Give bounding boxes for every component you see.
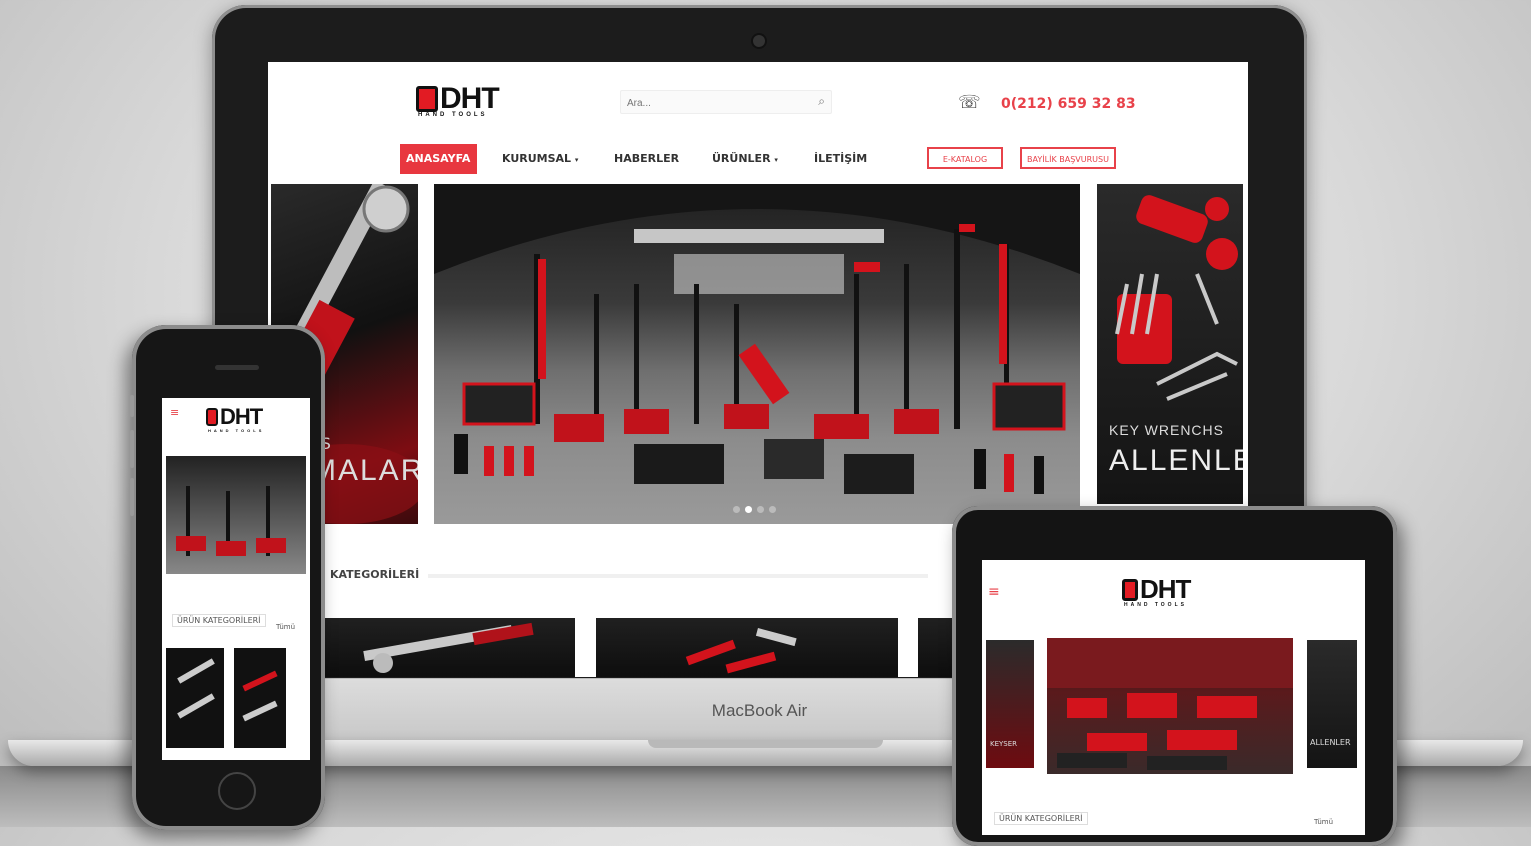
slider-next-slide[interactable]: KEY WRENCHS ALLENLER [1097,184,1243,504]
phone-more-link[interactable]: Tümü [276,623,295,631]
tablet-site-logo[interactable]: DHT [1122,574,1191,605]
slider-dot-active[interactable] [745,506,752,513]
slider-dot[interactable] [757,506,764,513]
tablet-hero-image[interactable] [1047,638,1293,774]
menu-icon[interactable]: ≡ [170,406,179,419]
workshop-tools-image [1047,638,1293,770]
site-header: DHT HAND TOOLS ⌕ ☏ 0(212) 659 32 83 [268,62,1248,142]
socket-wrench-image [363,622,534,673]
tablet-prev-slide[interactable]: KEYSER [986,640,1034,768]
phone-number[interactable]: 0(212) 659 32 83 [1001,96,1136,112]
phone-icon: ☏ [958,92,981,113]
pliers-image [685,627,797,674]
slide-right-small-text: KEY WRENCHS [1109,422,1224,438]
hero-slide-image[interactable] [434,184,1080,524]
menu-icon[interactable]: ≡ [988,584,1000,600]
logo-text: DHT [220,404,263,429]
slider-dot[interactable] [769,506,776,513]
phone-volume-button [130,430,134,468]
search-input[interactable] [621,93,813,114]
site-logo[interactable]: DHT [416,82,500,116]
webcam-icon [753,35,765,47]
nav-products[interactable]: ÜRÜNLER ▾ [712,144,778,174]
tablet-more-link[interactable]: Tümü [1314,818,1333,826]
wrench-image [177,658,215,719]
catalog-button[interactable]: E-KATALOG [927,147,1003,169]
dealer-application-button[interactable]: BAYİLİK BAŞVURUSU [1020,147,1116,169]
nav-corporate-label: KURUMSAL [502,152,572,165]
phone-screen: ≡ DHT HAND TOOLS ÜRÜN KATEGORİLERİ Tümü [162,398,310,760]
logo-mark-icon [206,408,218,426]
laptop-notch [648,740,883,748]
category-card[interactable] [323,618,575,677]
pliers-image [242,670,278,722]
slider-dot[interactable] [733,506,740,513]
warehouse-tools-image [176,486,286,556]
logo-mark-icon [1122,578,1138,601]
categories-heading: KATEGORİLERİ [330,568,420,581]
phone-categories-label: ÜRÜN KATEGORİLERİ [172,614,266,627]
tablet-slide-left-text: KEYSER [990,740,1018,748]
phone-hero-image[interactable] [166,456,306,574]
logo-mark-icon [416,86,438,112]
nav-news[interactable]: HABERLER [614,144,679,174]
logo-subtitle: HAND TOOLS [1124,602,1187,608]
chevron-down-icon: ▾ [774,156,778,164]
phone-category-card[interactable] [234,648,286,748]
section-divider [428,574,928,578]
nav-products-label: ÜRÜNLER [712,152,771,165]
phone-volume-button [130,395,134,417]
logo-subtitle: HAND TOOLS [208,428,265,433]
nav-home[interactable]: ANASAYFA [400,144,477,174]
phone-category-card[interactable] [166,648,224,748]
logo-text: DHT [1140,574,1191,604]
phone-home-button [218,772,256,810]
tablet-next-slide[interactable]: ALLENLER [1307,640,1357,768]
search-box: ⌕ [620,90,832,114]
tablet-screen: ≡ DHT HAND TOOLS KEYSER ALLENLER ÜRÜN KA… [982,560,1365,835]
logo-text: DHT [440,82,500,115]
nav-corporate[interactable]: KURUMSAL ▾ [502,144,578,174]
warehouse-tools-image [434,184,1080,494]
phone-speaker [215,365,259,370]
tablet-categories-label: ÜRÜN KATEGORİLERİ [994,812,1088,825]
category-card[interactable] [596,618,898,677]
chevron-down-icon: ▾ [574,156,579,164]
main-nav: ANASAYFA KURUMSAL ▾ HABERLER ÜRÜNLER ▾ İ… [268,144,1248,174]
slide-right-text: ALLENLER [1109,444,1243,477]
tablet-slide-right-text: ALLENLER [1310,738,1351,747]
logo-subtitle: HAND TOOLS [418,112,488,118]
slider-dots [733,506,776,513]
search-icon[interactable]: ⌕ [818,94,825,109]
phone-site-logo[interactable]: DHT [206,404,263,430]
slide-left-text: MALAR [311,454,418,487]
phone-volume-button [130,478,134,516]
nav-contact[interactable]: İLETİŞİM [814,144,867,174]
